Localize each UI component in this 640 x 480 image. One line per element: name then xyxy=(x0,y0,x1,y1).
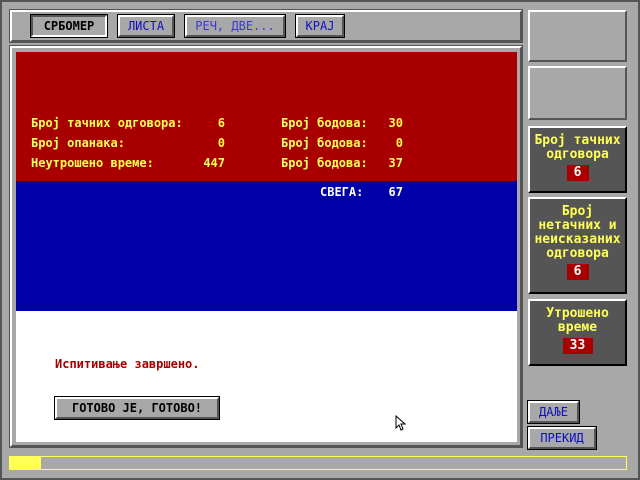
time-label: Неутрошено време: xyxy=(31,156,154,170)
progress-fill xyxy=(10,457,41,469)
points3-value: 37 xyxy=(388,156,403,170)
progress-bar xyxy=(9,456,627,470)
side-correct-box: Број тачних одговора 6 xyxy=(528,126,627,193)
points2-value: 0 xyxy=(395,136,403,150)
total-label: СВЕГА: xyxy=(320,185,364,199)
wrong-value: 0 xyxy=(217,136,225,150)
menu-srbomer[interactable]: СРБОМЕР xyxy=(30,14,108,38)
points1-label: Број бодова: xyxy=(281,116,368,130)
stop-button[interactable]: ПРЕКИД xyxy=(527,426,597,450)
side-wrong-value: 6 xyxy=(566,264,589,280)
done-button[interactable]: ГОТОВО ЈЕ, ГОТОВО! xyxy=(54,396,220,420)
menu-kraj[interactable]: КРАЈ xyxy=(295,14,345,38)
status-message: Испитивање завршено. xyxy=(55,357,200,371)
menu-lista[interactable]: ЛИСТА xyxy=(117,14,175,38)
points2-label: Број бодова: xyxy=(281,136,368,150)
side-wrong-box: Број нетачних и неисказаних одговора 6 xyxy=(528,197,627,294)
side-correct-label: Број тачних одговора xyxy=(534,133,621,162)
side-wrong-label: Број нетачних и неисказаних одговора xyxy=(534,204,621,261)
results-area: Број тачних одговора: 6 Број бодова: 30 … xyxy=(16,52,517,442)
flag-blue-band xyxy=(16,181,517,311)
side-time-box: Утрошено време 33 xyxy=(528,299,627,366)
points3-label: Број бодова: xyxy=(281,156,368,170)
correct-label: Број тачних одговора: xyxy=(31,116,183,130)
mouse-cursor-icon xyxy=(395,415,407,431)
side-correct-value: 6 xyxy=(566,165,589,181)
time-value: 447 xyxy=(203,156,225,170)
next-button[interactable]: ДАЉЕ xyxy=(527,400,580,424)
menu-rec-dve[interactable]: РЕЧ, ДВЕ... xyxy=(184,14,286,38)
side-time-label: Утрошено време xyxy=(546,306,609,335)
wrong-label: Број опанака: xyxy=(31,136,125,150)
total-value: 67 xyxy=(388,185,403,199)
points1-value: 30 xyxy=(388,116,403,130)
side-time-value: 33 xyxy=(562,338,593,354)
flag-white-band xyxy=(16,311,517,442)
side-empty-2 xyxy=(528,66,627,120)
side-empty-1 xyxy=(528,10,627,62)
correct-value: 6 xyxy=(217,116,225,130)
